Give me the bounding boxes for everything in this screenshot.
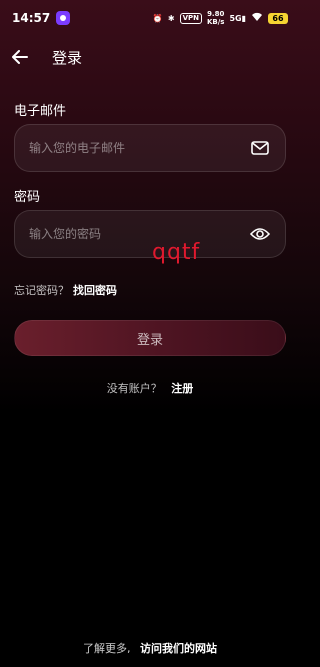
app-notification-icon — [56, 11, 71, 25]
mail-icon — [249, 137, 271, 159]
password-label: 密码 — [14, 190, 41, 205]
visit-website-link[interactable]: 访问我们的网站 — [140, 642, 217, 655]
signup-row: 没有账户？ 注册 — [0, 380, 300, 396]
back-button[interactable] — [0, 40, 40, 74]
signup-prompt: 没有账户？ — [106, 382, 162, 395]
login-button[interactable]: 登录 — [14, 320, 286, 356]
top-bar: 登录 — [0, 40, 300, 74]
status-time: 14:57 — [12, 11, 51, 25]
status-bar: 14:57 ⏰ ✱ VPN 9.80 KB/s 5G▮ 66 — [0, 0, 300, 36]
alarm-icon: ⏰ — [152, 13, 163, 23]
status-left: 14:57 — [12, 11, 71, 25]
network-speed: 9.80 KB/s — [207, 10, 224, 26]
email-label: 电子邮件 — [14, 104, 67, 119]
mute-icon: ✱ — [167, 13, 175, 23]
email-field[interactable] — [29, 141, 249, 155]
page-title: 登录 — [52, 48, 83, 67]
status-right: ⏰ ✱ VPN 9.80 KB/s 5G▮ 66 — [153, 10, 288, 26]
signup-link[interactable]: 注册 — [171, 382, 193, 395]
watermark: qqtf — [152, 240, 201, 265]
password-field[interactable] — [29, 227, 249, 241]
back-arrow-icon — [12, 50, 28, 64]
forgot-password-prompt: 忘记密码？ — [14, 284, 69, 297]
eye-icon[interactable] — [249, 223, 271, 245]
network-type: 5G — [229, 13, 242, 23]
footer: 了解更多, 访问我们的网站 — [0, 640, 300, 656]
speed-value: 9.80 — [207, 10, 225, 18]
footer-prompt: 了解更多, — [83, 642, 131, 655]
vpn-badge: VPN — [179, 12, 202, 24]
signal-icon: 5G▮ — [229, 13, 246, 23]
forgot-password-row: 忘记密码？ 找回密码 — [14, 282, 117, 298]
email-field-container — [14, 124, 286, 172]
password-field-container — [14, 210, 286, 258]
battery-icon: 66 — [268, 12, 288, 24]
recover-password-link[interactable]: 找回密码 — [73, 282, 117, 298]
wifi-icon — [251, 12, 263, 24]
speed-unit: KB/s — [206, 18, 225, 26]
